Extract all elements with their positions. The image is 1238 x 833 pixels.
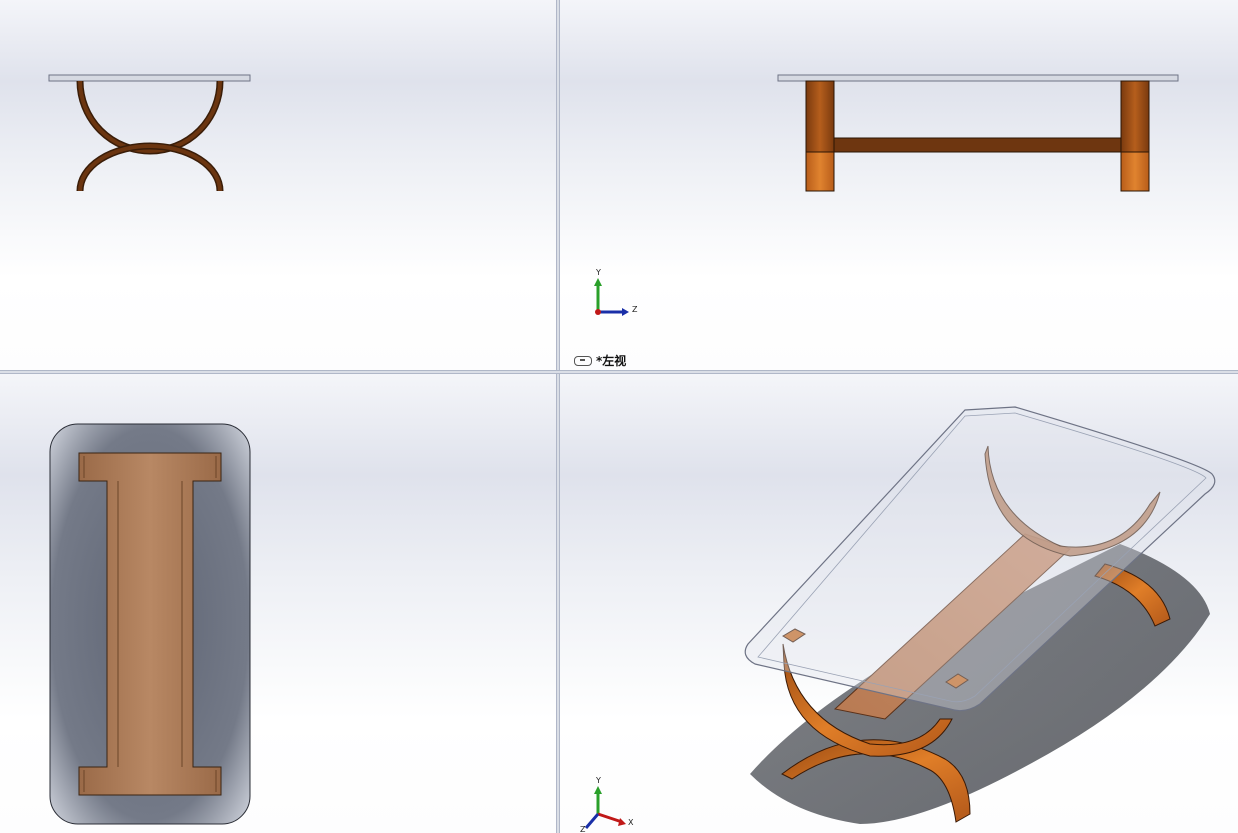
isometric-viewport[interactable]: Y X Z bbox=[560, 374, 1238, 833]
foot-right bbox=[1120, 151, 1150, 192]
axis-triad: Y Z bbox=[594, 268, 638, 316]
axis-triad: Y X Z bbox=[580, 776, 634, 833]
axis-x-label: X bbox=[628, 818, 634, 827]
upper-arch bbox=[76, 80, 224, 155]
link-view-icon[interactable] bbox=[574, 355, 592, 366]
axis-z-label: Z bbox=[580, 825, 586, 833]
isometric-view-model: Y X Z bbox=[580, 406, 1216, 833]
left-viewport[interactable]: Y Z *左视 bbox=[560, 0, 1238, 370]
stretcher-bar bbox=[833, 137, 1122, 153]
horizontal-splitter[interactable] bbox=[0, 370, 1238, 374]
glass-top-edge bbox=[48, 74, 251, 82]
vertical-splitter[interactable] bbox=[556, 0, 560, 833]
glass-top-edge bbox=[777, 74, 1179, 82]
view-label: *左视 bbox=[574, 352, 626, 369]
left-view-model: Y Z bbox=[594, 74, 1179, 316]
axis-y-label: Y bbox=[595, 776, 601, 785]
front-view-model bbox=[48, 74, 251, 192]
axis-y-label: Y bbox=[595, 268, 601, 277]
top-viewport[interactable] bbox=[0, 374, 556, 833]
top-view-model bbox=[49, 423, 251, 825]
leg-left bbox=[805, 80, 835, 153]
leg-right bbox=[1120, 80, 1150, 153]
view-name: *左视 bbox=[596, 354, 627, 368]
foot-left bbox=[805, 151, 835, 192]
axis-z-label: Z bbox=[632, 305, 638, 314]
front-viewport[interactable] bbox=[0, 0, 556, 370]
